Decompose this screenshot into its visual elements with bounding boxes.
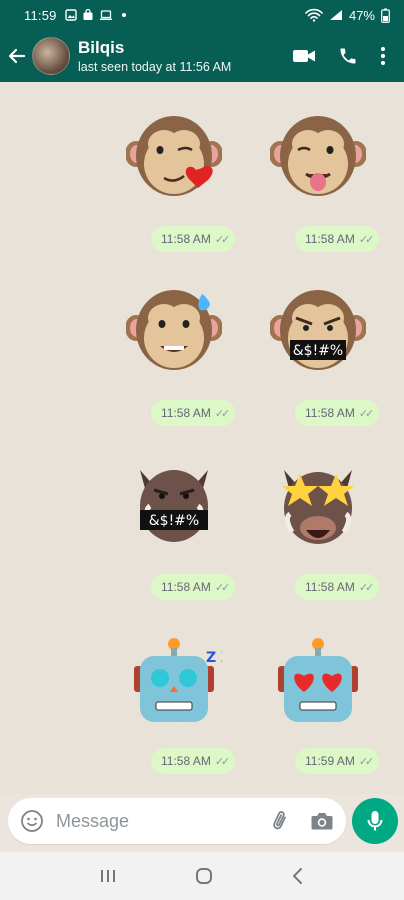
message-timestamp: 11:58 AM ✓✓ xyxy=(151,574,236,600)
signal-icon xyxy=(329,10,342,20)
battery-percent: 47% xyxy=(348,7,375,23)
message-timestamp: 11:58 AM ✓✓ xyxy=(151,748,236,774)
back-button[interactable] xyxy=(2,30,32,82)
wifi-icon xyxy=(305,8,323,22)
back-arrow-icon xyxy=(8,48,26,64)
monkey-heart-sticker[interactable] xyxy=(125,110,223,206)
read-ticks-icon: ✓✓ xyxy=(358,407,375,420)
message-timestamp: 11:58 AM ✓✓ xyxy=(151,226,236,252)
timestamp-text: 11:58 AM xyxy=(161,406,211,420)
message-placeholder[interactable]: Message xyxy=(56,811,129,832)
timestamp-text: 11:58 AM xyxy=(305,580,355,594)
back-nav-icon[interactable] xyxy=(291,867,305,885)
timestamp-text: 11:59 AM xyxy=(305,754,355,768)
attach-icon[interactable] xyxy=(270,809,292,833)
censor-caption: &$!#% xyxy=(149,513,199,529)
read-ticks-icon: ✓✓ xyxy=(214,233,231,246)
voice-message-button[interactable] xyxy=(352,798,398,844)
message-timestamp: 11:58 AM ✓✓ xyxy=(295,226,380,252)
boar-star-eyes-sticker[interactable] xyxy=(270,458,366,554)
read-ticks-icon: ✓✓ xyxy=(214,407,231,420)
home-icon[interactable] xyxy=(195,867,213,885)
message-input-bar: Message xyxy=(0,794,404,852)
timestamp-text: 11:58 AM xyxy=(305,232,355,246)
read-ticks-icon: ✓✓ xyxy=(214,755,231,768)
emoji-icon[interactable] xyxy=(20,809,44,833)
sleep-zzz: Z Z Z xyxy=(206,650,222,666)
camera-icon[interactable] xyxy=(310,810,334,832)
robot-heart-eyes-sticker[interactable] xyxy=(270,632,366,728)
timestamp-text: 11:58 AM xyxy=(161,754,211,768)
message-timestamp: 11:58 AM ✓✓ xyxy=(295,400,380,426)
censor-caption: &$!#% xyxy=(293,343,343,359)
gallery-icon xyxy=(64,9,77,21)
notification-icons xyxy=(64,9,126,21)
microphone-icon xyxy=(367,811,383,831)
status-time: 11:59 xyxy=(24,7,57,23)
timestamp-text: 11:58 AM xyxy=(305,406,355,420)
monkey-swear-sticker[interactable]: &$!#% xyxy=(269,284,367,380)
monkey-sweat-sticker[interactable] xyxy=(125,284,223,380)
message-timestamp: 11:58 AM ✓✓ xyxy=(295,574,380,600)
status-bar: 11:59 47% xyxy=(0,0,404,30)
timestamp-text: 11:58 AM xyxy=(161,232,211,246)
timestamp-text: 11:58 AM xyxy=(161,580,211,594)
monkey-tongue-sticker[interactable] xyxy=(269,110,367,206)
read-ticks-icon: ✓✓ xyxy=(358,755,375,768)
read-ticks-icon: ✓✓ xyxy=(214,581,231,594)
message-field[interactable]: Message xyxy=(8,798,346,844)
more-options-icon[interactable] xyxy=(380,46,386,66)
more-notifications-dot xyxy=(121,13,126,17)
chat-header: Bilqis last seen today at 11:56 AM xyxy=(0,30,404,82)
avatar[interactable] xyxy=(32,37,70,75)
bag-icon xyxy=(83,9,93,20)
chat-area[interactable]: 11:58 AM ✓✓ 11:58 AM ✓✓ &$!#% 11:58 AM ✓… xyxy=(0,82,404,794)
recent-apps-icon[interactable] xyxy=(99,868,117,884)
contact-name: Bilqis xyxy=(78,38,125,57)
robot-sleep-sticker[interactable]: Z Z Z xyxy=(126,632,246,728)
contact-info[interactable]: Bilqis last seen today at 11:56 AM xyxy=(78,38,231,74)
read-ticks-icon: ✓✓ xyxy=(358,581,375,594)
laptop-icon xyxy=(99,10,112,20)
video-call-icon[interactable] xyxy=(292,47,316,65)
boar-swear-sticker[interactable]: &$!#% xyxy=(126,458,222,554)
read-ticks-icon: ✓✓ xyxy=(358,233,375,246)
system-navigation-bar xyxy=(0,852,404,900)
voice-call-icon[interactable] xyxy=(338,46,358,66)
message-timestamp: 11:58 AM ✓✓ xyxy=(151,400,236,426)
last-seen-status: last seen today at 11:56 AM xyxy=(78,60,232,74)
battery-icon xyxy=(381,8,390,23)
message-timestamp: 11:59 AM ✓✓ xyxy=(295,748,380,774)
